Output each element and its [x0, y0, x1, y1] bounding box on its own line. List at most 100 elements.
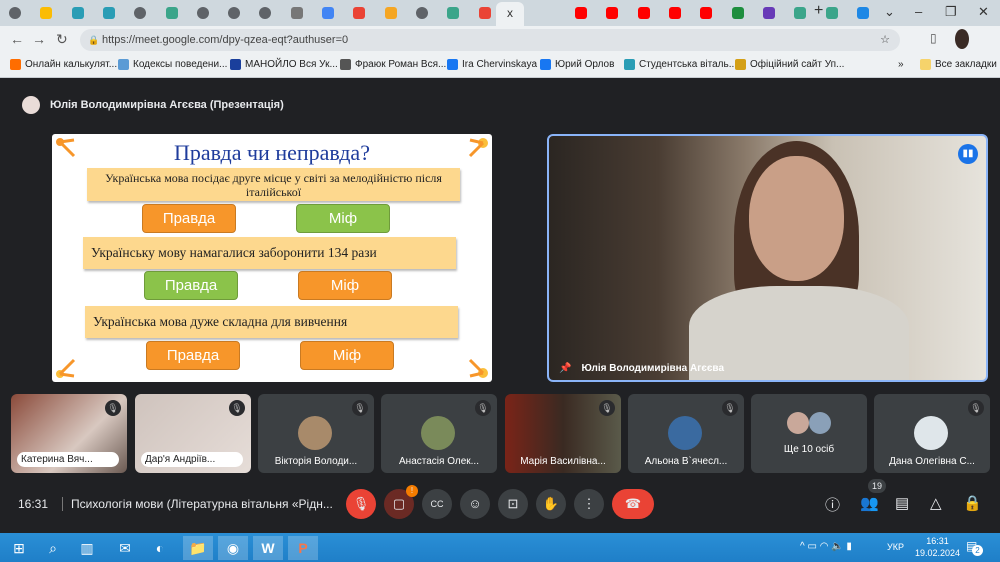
new-tab-button[interactable]: +: [814, 2, 823, 20]
true-button-3[interactable]: Правда: [146, 341, 240, 370]
bookmark-item[interactable]: Офіційний сайт Уп...: [735, 59, 844, 70]
restore-icon[interactable]: ❐: [945, 4, 957, 20]
task-view-icon[interactable]: ▥: [72, 536, 102, 560]
captions-button[interactable]: CC: [422, 489, 452, 519]
chrome-icon[interactable]: ◉: [218, 536, 248, 560]
browser-tab[interactable]: [821, 4, 843, 22]
language-indicator[interactable]: УКР: [887, 542, 904, 552]
bookmark-item[interactable]: Ira Chervinskaya: [447, 59, 537, 70]
browser-tab[interactable]: [98, 4, 120, 22]
bookmark-star-icon[interactable]: ☆: [880, 29, 890, 51]
browser-tab[interactable]: [35, 4, 57, 22]
main-video-tile[interactable]: ▮▮ 📌 Юлія Володимирівна Агєєва: [547, 134, 988, 382]
pin-icon[interactable]: 📌: [559, 363, 571, 374]
browser-tab[interactable]: [67, 4, 89, 22]
file-explorer-icon[interactable]: 📁: [183, 536, 213, 560]
side-panel-icon[interactable]: ▯: [930, 31, 937, 45]
browser-tab[interactable]: [758, 4, 780, 22]
notifications-icon[interactable]: ▤ 2: [966, 539, 983, 556]
host-controls-icon[interactable]: 🔒: [963, 494, 982, 512]
participant-tile[interactable]: 🎙 Дана Олегівна С...: [874, 394, 990, 473]
mic-off-button[interactable]: 🎙: [346, 489, 376, 519]
browser-tab[interactable]: [601, 4, 623, 22]
browser-tab[interactable]: [380, 4, 402, 22]
browser-tab[interactable]: [4, 4, 26, 22]
participant-tile[interactable]: Ще 10 осіб: [751, 394, 867, 473]
more-options-button[interactable]: ⋮: [574, 489, 604, 519]
browser-tab[interactable]: [789, 4, 811, 22]
myth-button-2[interactable]: Міф: [298, 271, 392, 300]
more-bookmarks-button[interactable]: »: [898, 59, 904, 70]
participant-tile[interactable]: 🎙 Альона В`ячесл...: [628, 394, 744, 473]
bookmark-item[interactable]: Онлайн калькулят...: [10, 59, 117, 70]
raise-hand-button[interactable]: ✋: [536, 489, 566, 519]
bookmark-item[interactable]: Фраюк Роман Вся...: [340, 59, 446, 70]
browser-tab[interactable]: [695, 4, 717, 22]
chat-icon[interactable]: ▤: [895, 494, 909, 512]
profile-avatar[interactable]: [955, 29, 969, 49]
tab-search-icon[interactable]: ⌄: [884, 4, 895, 20]
warning-icon: [384, 7, 397, 19]
statement-3: Українська мова дуже складна для вивченн…: [85, 306, 458, 338]
back-icon[interactable]: ←: [10, 31, 24, 47]
browser-tab[interactable]: [852, 4, 874, 22]
browser-tab[interactable]: [192, 4, 214, 22]
participant-count-badge: 19: [868, 479, 887, 493]
taskbar-clock[interactable]: 16:31 19.02.2024: [915, 535, 960, 559]
active-tab-close-button[interactable]: x: [496, 2, 524, 26]
browser-tab[interactable]: [129, 4, 151, 22]
url-input[interactable]: 🔒 https://meet.google.com/dpy-qzea-eqt?au…: [80, 29, 900, 51]
browser-tab[interactable]: [254, 4, 276, 22]
true-button-2[interactable]: Правда: [144, 271, 238, 300]
globe-icon: [134, 7, 147, 19]
browser-tab[interactable]: [348, 4, 370, 22]
bookmark-label: Офіційний сайт Уп...: [750, 59, 845, 70]
browser-tab[interactable]: [411, 4, 433, 22]
people-icon[interactable]: 👥: [860, 494, 879, 512]
browser-tab[interactable]: [633, 4, 655, 22]
tray-icons[interactable]: ^ ▭ ◠ 🔈 ▮: [800, 541, 852, 552]
browser-tab[interactable]: [664, 4, 686, 22]
browser-tab[interactable]: [727, 4, 749, 22]
edge-icon[interactable]: ◐: [145, 536, 175, 560]
info-icon[interactable]: ⓘ: [825, 494, 840, 515]
bookmark-item[interactable]: МАНОЙЛО Вся Ук...: [230, 59, 338, 70]
browser-tab[interactable]: [223, 4, 245, 22]
browser-tab[interactable]: [442, 4, 464, 22]
all-bookmarks-button[interactable]: Все закладки: [920, 59, 997, 70]
forward-icon[interactable]: →: [32, 31, 46, 47]
powerpoint-icon[interactable]: P: [288, 536, 318, 560]
bookmark-item[interactable]: Кодексы поведени...: [118, 59, 227, 70]
participant-tile[interactable]: 🎙 Вікторія Володи...: [258, 394, 374, 473]
minimize-icon[interactable]: –: [915, 4, 922, 19]
activities-icon[interactable]: △: [930, 494, 942, 512]
browser-tab[interactable]: [161, 4, 183, 22]
true-button-1[interactable]: Правда: [142, 204, 236, 233]
close-window-icon[interactable]: ✕: [978, 4, 989, 20]
participant-tile[interactable]: 🎙 Катерина Вяч...: [11, 394, 127, 473]
bookmark-favicon-icon: [735, 59, 746, 70]
camera-off-button[interactable]: ▢!: [384, 485, 418, 519]
windows-start-icon[interactable]: ⊞: [4, 536, 34, 560]
participant-tile[interactable]: 🎙 Марія Василівна...: [505, 394, 621, 473]
browser-tab[interactable]: [474, 4, 496, 22]
participant-tile[interactable]: 🎙 Анастасія Олек...: [381, 394, 497, 473]
bookmark-item[interactable]: Юрий Орлов: [540, 59, 614, 70]
browser-tab[interactable]: [286, 4, 308, 22]
present-button[interactable]: ⊡: [498, 489, 528, 519]
bookmark-item[interactable]: Студентська віталь...: [624, 59, 737, 70]
notification-count: 2: [972, 545, 983, 556]
myth-button-1[interactable]: Міф: [296, 204, 390, 233]
search-icon[interactable]: ⌕: [38, 536, 68, 560]
word-icon[interactable]: W: [253, 536, 283, 560]
emoji-button[interactable]: ☺: [460, 489, 490, 519]
myth-button-3[interactable]: Міф: [300, 341, 394, 370]
reload-icon[interactable]: ↻: [56, 31, 68, 48]
end-call-button[interactable]: ☎: [612, 489, 654, 519]
statement-1: Українська мова посідає друге місце у св…: [87, 168, 460, 201]
browser-tab[interactable]: [317, 4, 339, 22]
browser-tab[interactable]: [570, 4, 592, 22]
youtube-icon: [606, 7, 619, 19]
participant-tile[interactable]: 🎙 Дар'я Андріїв...: [135, 394, 251, 473]
mail-icon[interactable]: ✉: [110, 536, 140, 560]
